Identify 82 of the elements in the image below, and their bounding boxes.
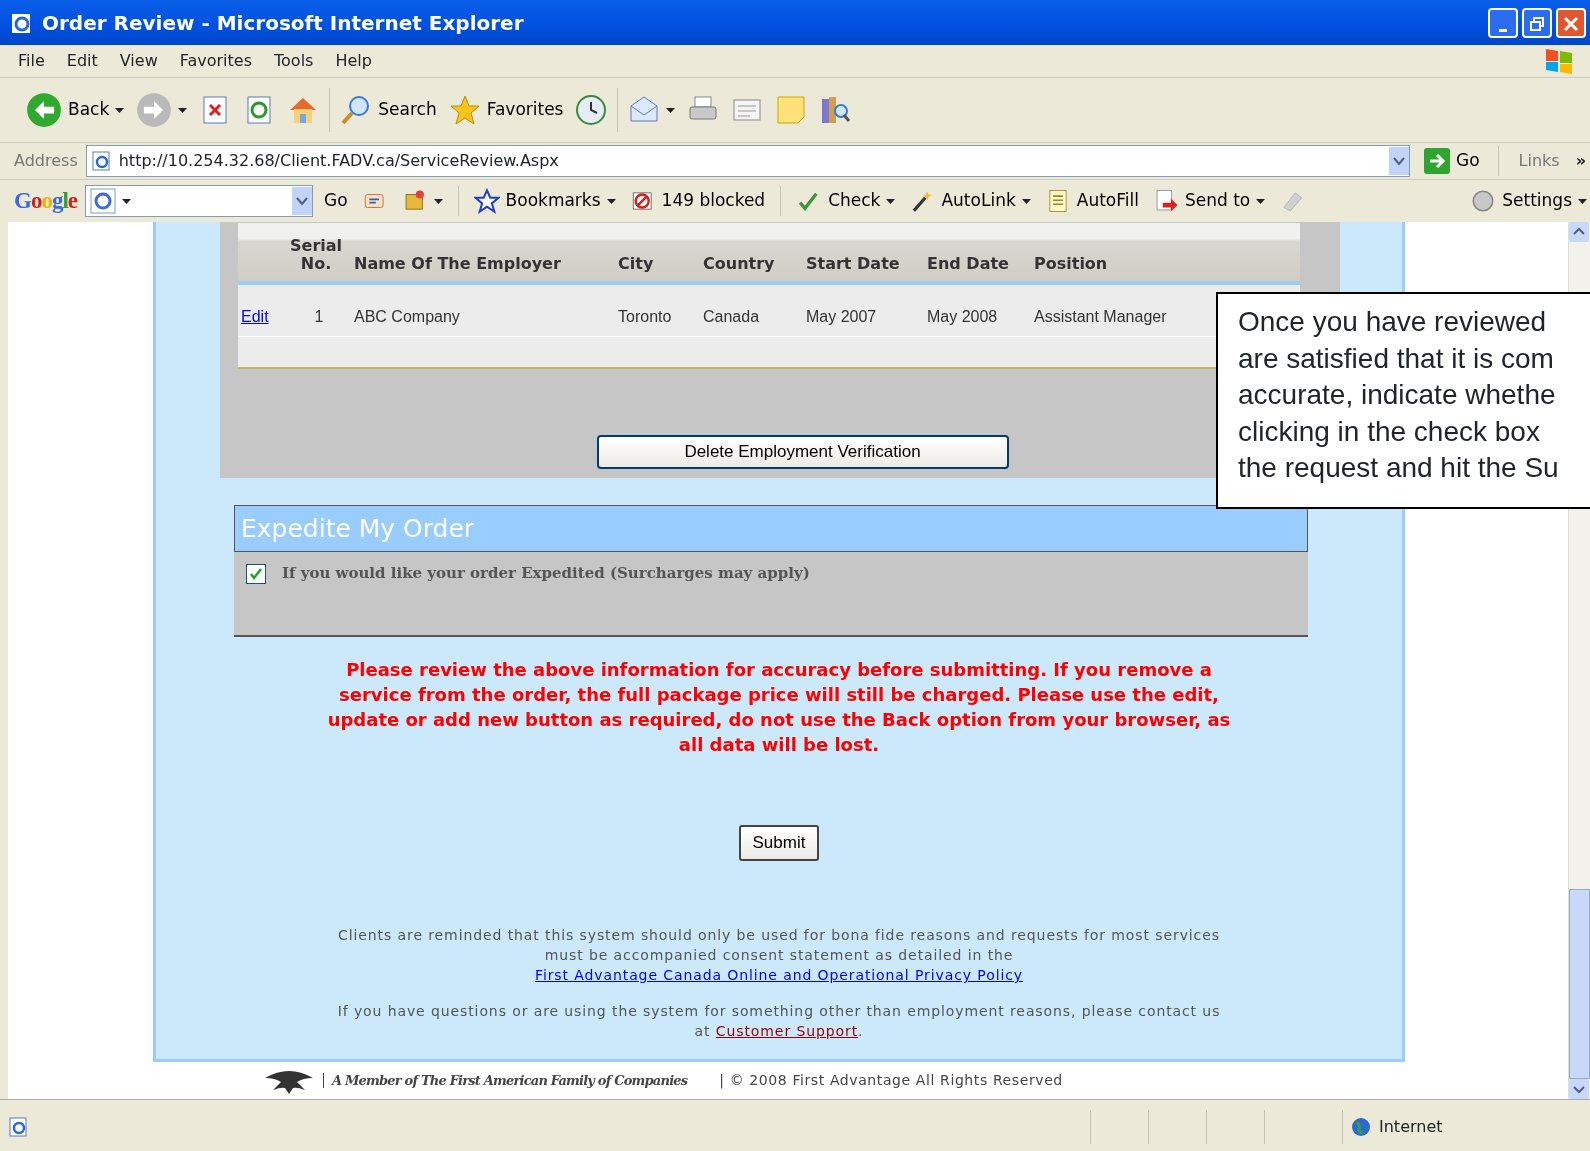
autolink-button[interactable]: AutoLink — [906, 188, 1034, 214]
back-button[interactable]: Back — [20, 92, 131, 128]
bookmarks-button[interactable]: Bookmarks — [470, 188, 619, 214]
address-label: Address — [14, 150, 78, 172]
member-tagline: A Member of The First American Family of Companies — [323, 1072, 688, 1088]
zone-label: Internet — [1379, 1115, 1443, 1138]
minimize-button[interactable] — [1488, 7, 1518, 38]
scroll-thumb[interactable] — [1569, 889, 1590, 1079]
minimize-icon — [1499, 28, 1507, 32]
books-icon — [819, 94, 852, 126]
callout-text: Once you have reviewed — [1238, 305, 1547, 339]
expedite-checkbox[interactable] — [246, 564, 266, 584]
column-header: Position — [1034, 254, 1109, 273]
warning-text: Please review the above information for accuracy before submitting. If you remove a service from the order, the full package price will still be charged. Please use the edit, update or add new button as required, do not use the Back option from your browser, as all data will be lost. — [326, 658, 1232, 757]
menu-item[interactable]: Edit — [66, 49, 98, 73]
section-header: Expedite My Order — [234, 505, 1308, 552]
delete-employment-button[interactable]: Delete Employment Verification — [596, 435, 1009, 469]
column-header: City — [618, 254, 655, 273]
arrow-left-icon — [26, 92, 62, 128]
window-title: Order Review - Microsoft Internet Explorer — [42, 10, 524, 35]
menu-item[interactable]: File — [18, 49, 45, 73]
table-cell-text: May 2008 — [927, 306, 999, 327]
column-header: Name Of The Employer — [353, 254, 562, 273]
checkbox-label: If you would like your order Expedited (Surcharges may apply) — [282, 564, 810, 582]
search-button[interactable]: Search — [334, 94, 443, 126]
notice-text: If you have questions or are using the system for something other than employment reasons, please contact us at Customer Support. — [336, 1002, 1222, 1041]
copyright-text: | © 2008 First Advantage All Rights Reserved — [719, 1070, 1063, 1091]
callout-text: are satisfied that it is com — [1238, 341, 1554, 376]
autofill-button[interactable]: AutoFill — [1041, 188, 1142, 214]
page-icon — [90, 150, 113, 172]
star-icon — [448, 94, 481, 126]
google-g-icon — [90, 188, 116, 214]
restore-button[interactable] — [1522, 7, 1552, 38]
globe-icon — [1351, 1116, 1371, 1137]
table-cell-text: Assistant Manager — [1034, 306, 1168, 327]
scroll-up-icon[interactable] — [1569, 222, 1589, 242]
favorites-button[interactable]: Favorites — [442, 94, 570, 126]
notice-text: Clients are reminded that this system should only be used for bona fide reasons and requests for most services must be accompanied consent statement as detailed in the First Advantage Canada Online and Operational Privacy Policy — [337, 926, 1221, 985]
callout-text: the request and hit the Su — [1238, 451, 1559, 485]
edit-link[interactable]: Edit — [241, 307, 269, 325]
google-logo: Google — [14, 188, 77, 214]
menu-item[interactable]: Favorites — [179, 49, 252, 73]
star-outline-icon — [473, 188, 500, 214]
callout-text: clicking in the check box — [1238, 414, 1540, 449]
google-search-field[interactable] — [85, 185, 313, 217]
caret-icon — [122, 198, 131, 204]
table-cell-text: 1 — [313, 306, 325, 327]
customer-support-link[interactable]: Customer Support — [715, 1023, 859, 1039]
callout-text: accurate, indicate whethe — [1238, 378, 1556, 412]
column-header: End Date — [927, 254, 1010, 273]
check-button[interactable]: Check — [793, 188, 899, 214]
column-header: Start Date — [806, 254, 901, 273]
address-field[interactable]: http://10.254.32.68/Client.FADV.ca/ServiceReview.Aspx — [85, 145, 1410, 177]
scroll-down-icon[interactable] — [1569, 1079, 1589, 1099]
windows-logo-icon — [1544, 46, 1574, 76]
arrow-right-icon — [1423, 148, 1450, 174]
privacy-policy-link[interactable]: First Advantage Canada Online and Operational Privacy Policy — [535, 967, 1023, 983]
column-header: Country — [703, 254, 776, 273]
links-label[interactable]: Links — [1518, 149, 1560, 173]
more-chevron[interactable]: » — [1575, 149, 1586, 173]
clock-icon — [575, 94, 608, 126]
sendto-button[interactable]: Send to — [1149, 188, 1269, 214]
table-cell-text: Canada — [703, 306, 761, 327]
menu-item[interactable]: View — [119, 49, 158, 73]
blocked-button[interactable]: 149 blocked — [626, 188, 769, 214]
menu-item[interactable]: Tools — [274, 49, 314, 73]
settings-button[interactable]: Settings — [1467, 188, 1590, 214]
page-icon — [8, 1115, 30, 1138]
menu-item[interactable]: Help — [335, 49, 372, 73]
submit-button[interactable]: Submit — [738, 825, 820, 861]
close-button[interactable] — [1556, 7, 1586, 38]
arrow-right-icon — [136, 92, 173, 128]
restore-icon — [1530, 17, 1544, 31]
table-cell-text: May 2007 — [806, 306, 878, 327]
column-header: Serial No. — [290, 237, 342, 273]
checkmark-icon — [249, 567, 263, 581]
table-cell-text: ABC Company — [353, 306, 461, 327]
table-cell-text: Toronto — [618, 306, 673, 327]
note-icon — [775, 94, 808, 126]
close-icon — [1564, 17, 1578, 31]
go-button[interactable]: Go — [321, 188, 351, 214]
go-button[interactable]: Go — [1417, 148, 1486, 174]
